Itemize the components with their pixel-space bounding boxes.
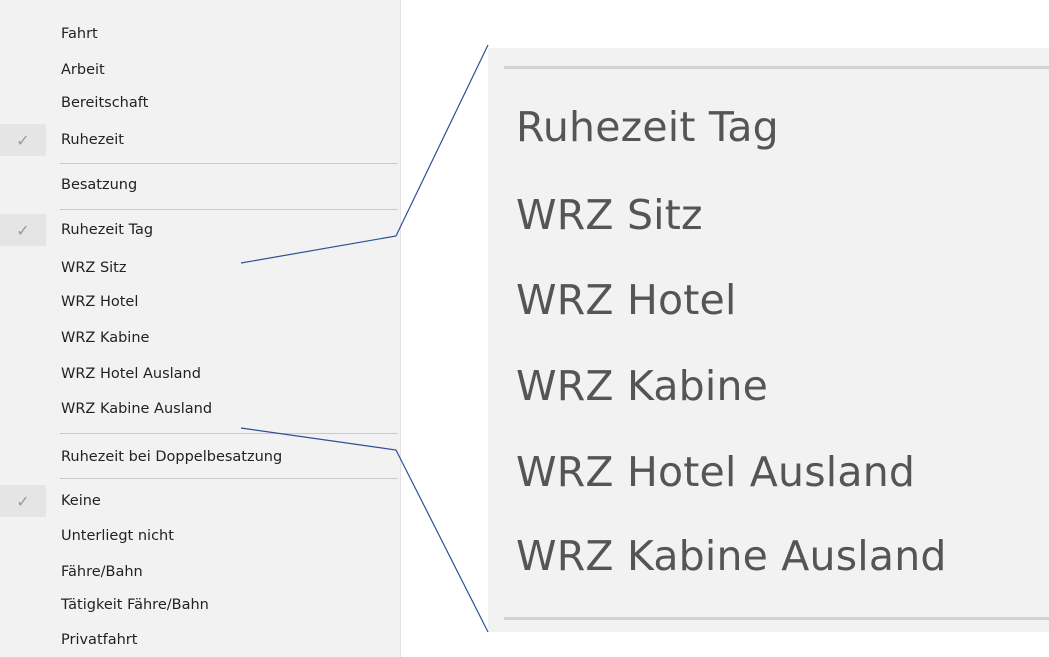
- callout-line-bottom: [240, 427, 489, 633]
- zoom-callout-lines: [240, 44, 489, 633]
- callout-line-top: [240, 44, 489, 264]
